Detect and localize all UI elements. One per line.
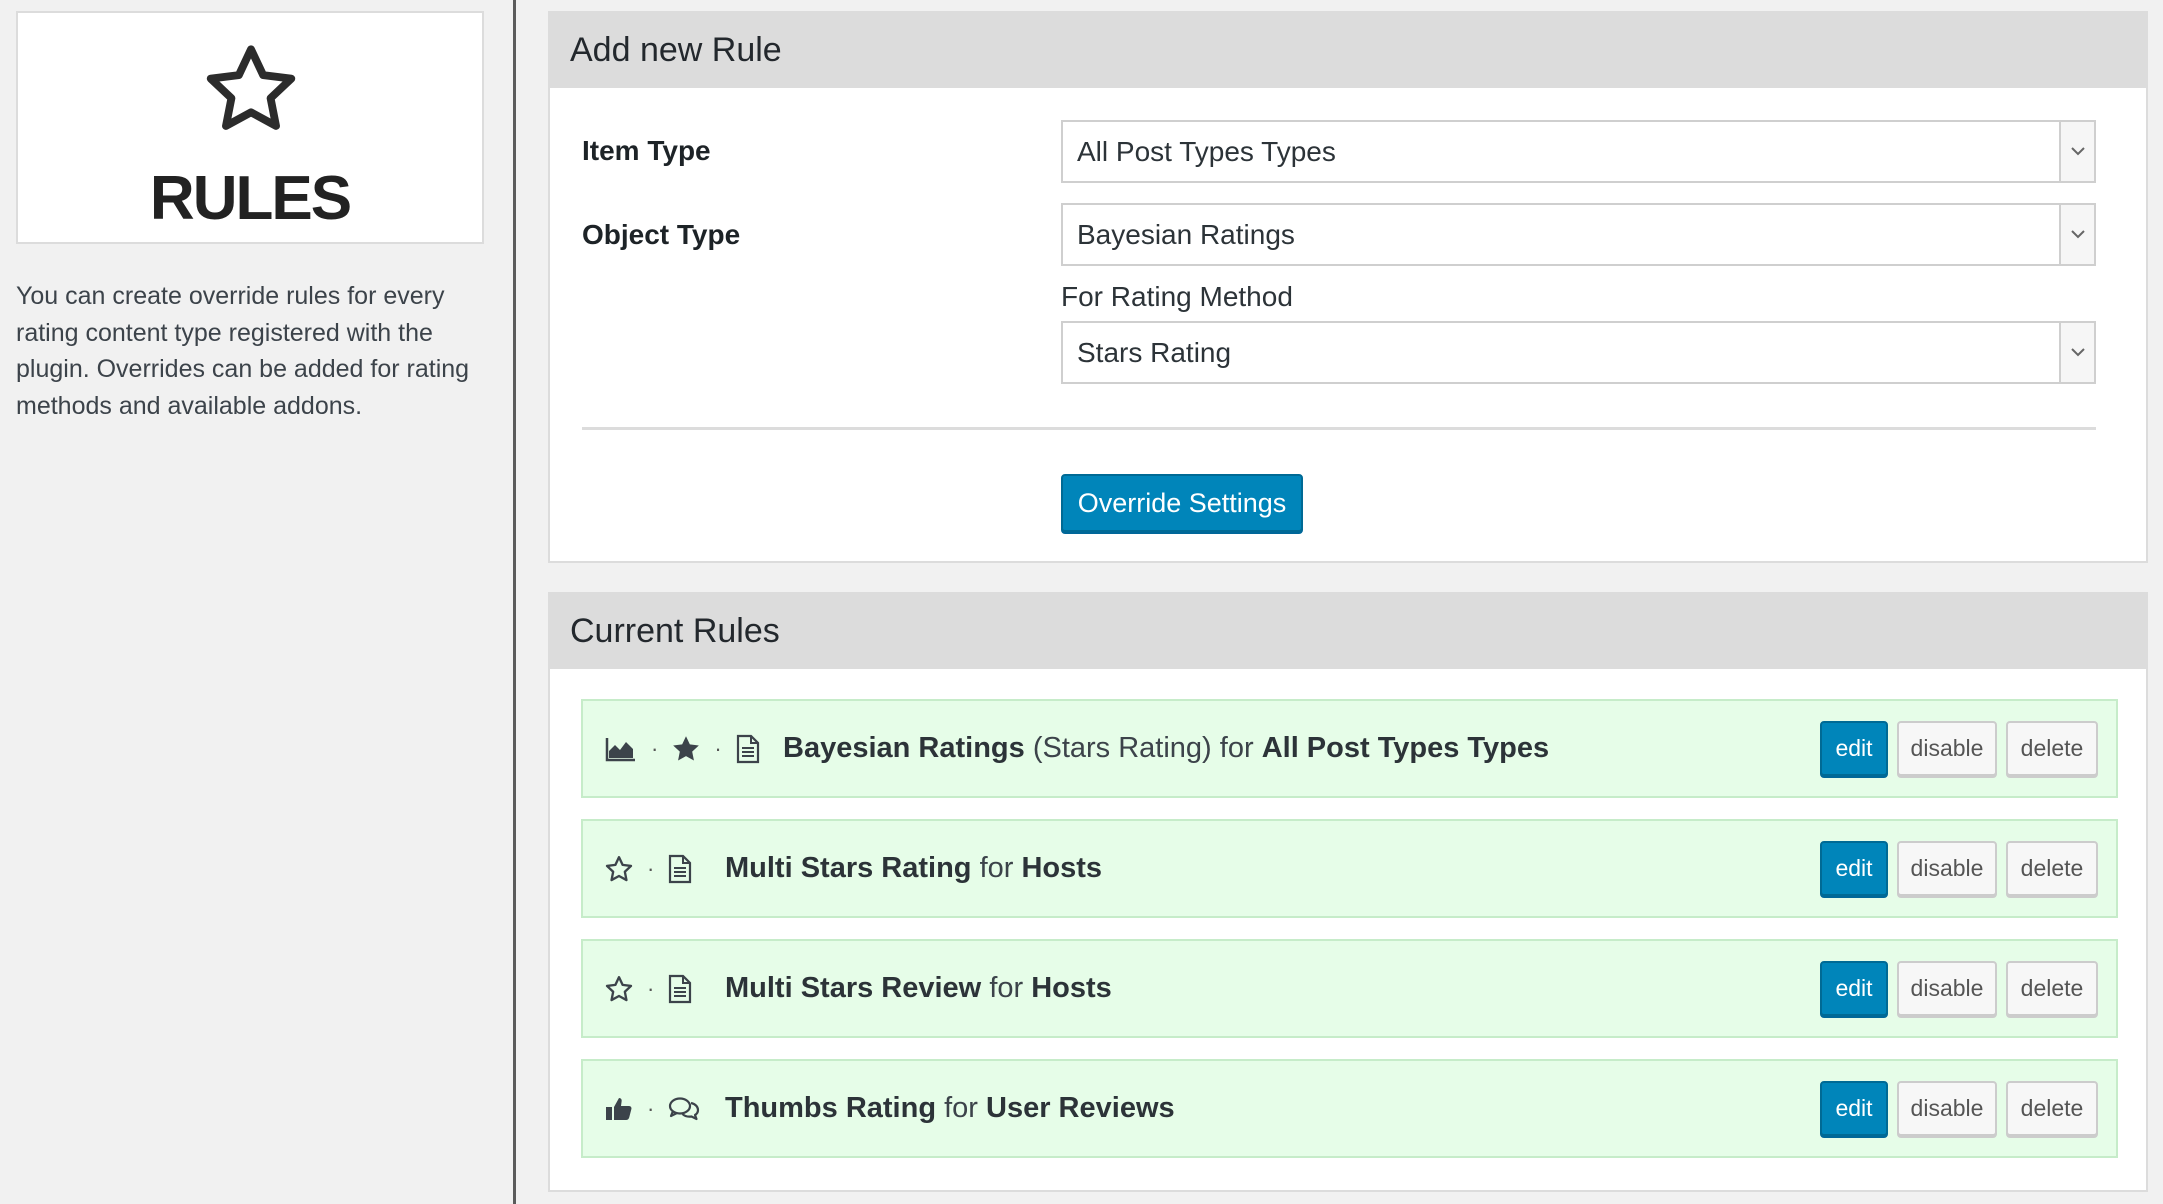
chevron-down-icon: [2059, 323, 2094, 382]
document-icon: [669, 974, 692, 1003]
rule-description: Bayesian Ratings (Stars Rating) for All …: [783, 701, 1549, 796]
delete-button[interactable]: delete: [2006, 961, 2098, 1016]
add-rule-panel: Add new Rule Item Type All Post Types Ty…: [548, 11, 2148, 563]
rule-connector: for: [979, 852, 1014, 884]
delete-button[interactable]: delete: [2006, 841, 2098, 896]
rule-row: · Thumbs Rating for User Reviews edit di…: [581, 1059, 2118, 1158]
item-type-select[interactable]: All Post Types Types: [1061, 120, 2096, 183]
disable-button[interactable]: disable: [1897, 841, 1997, 896]
star-outline-icon: [605, 856, 633, 882]
rule-icons: ·: [605, 1061, 700, 1156]
disable-button[interactable]: disable: [1897, 721, 1997, 776]
object-type-select[interactable]: Bayesian Ratings: [1061, 203, 2096, 266]
rule-row: · Multi Stars Review for Hosts edit disa…: [581, 939, 2118, 1038]
object-type-value: Bayesian Ratings: [1077, 219, 1295, 250]
rating-method-select[interactable]: Stars Rating: [1061, 321, 2096, 384]
form-divider: [582, 427, 2096, 430]
rule-name: Bayesian Ratings: [783, 732, 1025, 764]
item-type-label: Item Type: [582, 135, 711, 166]
rule-actions: edit disable delete: [1820, 841, 2098, 896]
rule-row: · · Bayesian Ratings (Stars Rating) for …: [581, 699, 2118, 798]
disable-button[interactable]: disable: [1897, 1081, 1997, 1136]
thumbs-up-icon: [606, 1097, 632, 1120]
current-rules-heading: Current Rules: [550, 594, 2146, 669]
document-icon: [669, 854, 692, 883]
sidebar: RULES You can create override rules for …: [0, 0, 516, 1204]
current-rules-panel: Current Rules · · Bayesian Ratings (Star…: [548, 592, 2148, 1192]
comments-icon: [669, 1096, 700, 1120]
page-title: RULES: [149, 164, 352, 233]
rule-actions: edit disable delete: [1820, 1081, 2098, 1136]
delete-button[interactable]: delete: [2006, 1081, 2098, 1136]
chevron-down-icon: [2059, 122, 2094, 181]
rule-icons: · ·: [605, 701, 760, 796]
rule-target: Hosts: [1021, 852, 1103, 884]
rule-icons: ·: [605, 941, 692, 1036]
star-filled-icon: [673, 736, 700, 761]
rule-description: Multi Stars Rating for Hosts: [725, 821, 1102, 916]
rule-actions: edit disable delete: [1820, 961, 2098, 1016]
star-outline-icon: [206, 45, 296, 130]
rule-row: · Multi Stars Rating for Hosts edit disa…: [581, 819, 2118, 918]
item-type-value: All Post Types Types: [1077, 136, 1336, 167]
rule-description: Multi Stars Review for Hosts: [725, 941, 1112, 1036]
edit-button[interactable]: edit: [1820, 841, 1888, 896]
delete-button[interactable]: delete: [2006, 721, 2098, 776]
chart-area-icon: [605, 737, 635, 761]
rule-name: Multi Stars Review: [725, 972, 982, 1004]
edit-button[interactable]: edit: [1820, 961, 1888, 1016]
star-outline-icon: [605, 976, 633, 1002]
edit-button[interactable]: edit: [1820, 721, 1888, 776]
rule-connector: for: [1219, 732, 1254, 764]
override-settings-button[interactable]: Override Settings: [1061, 474, 1303, 532]
rating-method-value: Stars Rating: [1077, 337, 1232, 368]
rule-name: Multi Stars Rating: [725, 852, 972, 884]
rules-logo-box: RULES: [16, 11, 484, 244]
separator-dot: ·: [647, 975, 655, 1001]
rule-actions: edit disable delete: [1820, 721, 2098, 776]
edit-button[interactable]: edit: [1820, 1081, 1888, 1136]
chevron-down-icon: [2059, 205, 2094, 264]
rule-name: Thumbs Rating: [725, 1092, 937, 1124]
separator-dot: ·: [647, 1095, 655, 1121]
separator-dot: ·: [714, 735, 722, 761]
rule-connector: for: [989, 972, 1024, 1004]
add-rule-heading: Add new Rule: [550, 13, 2146, 88]
object-type-label: Object Type: [582, 219, 741, 250]
disable-button[interactable]: disable: [1897, 961, 1997, 1016]
rule-method: (Stars Rating): [1032, 732, 1212, 764]
separator-dot: ·: [651, 735, 659, 761]
rating-method-label: For Rating Method: [1061, 281, 1293, 312]
document-icon: [736, 734, 759, 763]
sidebar-description: You can create override rules for every …: [16, 282, 470, 420]
separator-dot: ·: [647, 855, 655, 881]
rule-target: User Reviews: [986, 1092, 1175, 1124]
rule-icons: ·: [605, 821, 692, 916]
rule-target: All Post Types Types: [1261, 732, 1550, 764]
rule-connector: for: [944, 1092, 978, 1124]
rule-description: Thumbs Rating for User Reviews: [725, 1061, 1175, 1156]
rule-target: Hosts: [1031, 972, 1112, 1004]
